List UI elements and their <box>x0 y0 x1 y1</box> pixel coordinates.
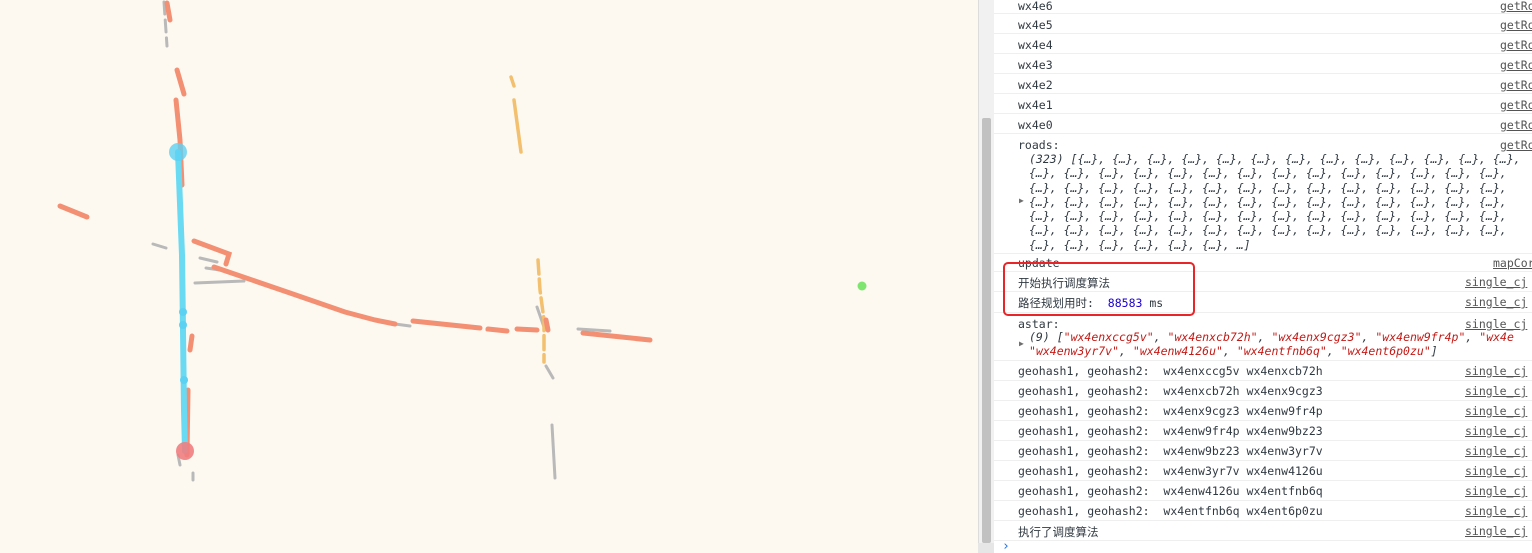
console-message: 开始执行调度算法 <box>1018 276 1110 290</box>
source-link[interactable]: single_cj <box>1465 524 1527 538</box>
console-row: geohash1, geohash2: wx4enw4126u wx4entfn… <box>994 481 1532 501</box>
console-row: geohash1, geohash2: wx4enx9cgz3 wx4enw9f… <box>994 401 1532 421</box>
route-end-marker[interactable] <box>176 442 194 460</box>
console-row: geohash1, geohash2: wx4entfnb6q wx4ent6p… <box>994 501 1532 521</box>
console-message: wx4e0 <box>1018 118 1053 132</box>
console-message: wx4e2 <box>1018 78 1053 92</box>
console-row-astar[interactable]: astar: single_cj ▶ (9) ["wx4enxccg5v", "… <box>994 313 1532 361</box>
prompt-chevron-icon: › <box>1002 539 1010 553</box>
source-link[interactable]: single_cj <box>1465 384 1527 398</box>
scrollbar-thumb[interactable] <box>982 118 991 543</box>
roads-preview-line: {…}, {…}, {…}, {…}, {…}, {…}, {…}, {…}, … <box>1029 223 1507 238</box>
roads-label: roads: <box>1018 138 1060 152</box>
source-link[interactable]: single_cj <box>1465 404 1527 418</box>
source-link[interactable]: single_cj <box>1465 444 1527 458</box>
console-message: geohash1, geohash2: wx4entfnb6q wx4ent6p… <box>1018 504 1323 518</box>
console-message: wx4e3 <box>1018 58 1053 72</box>
source-link[interactable]: mapCor <box>1493 256 1532 270</box>
console-message: 路径规划用时: 88583 ms <box>1018 295 1163 311</box>
source-link[interactable]: single_cj <box>1465 464 1527 478</box>
devtools-console: wx4e6 getRo wx4e5 getRo wx4e4 getRo wx4e… <box>994 0 1532 553</box>
console-message: geohash1, geohash2: wx4enxccg5v wx4enxcb… <box>1018 364 1323 378</box>
expand-arrow-icon[interactable]: ▶ <box>1019 196 1024 205</box>
console-row: geohash1, geohash2: wx4enw3yr7v wx4enw41… <box>994 461 1532 481</box>
console-message: wx4e5 <box>1018 18 1053 32</box>
scrollbar-corner <box>978 543 994 553</box>
source-link[interactable]: getRo <box>1500 98 1532 112</box>
console-message: wx4e6 <box>1018 0 1053 13</box>
astar-array-preview-line2: "wx4enw3yr7v", "wx4enw4126u", "wx4entfnb… <box>1029 344 1438 358</box>
console-row: geohash1, geohash2: wx4enw9bz23 wx4enw3y… <box>994 441 1532 461</box>
console-row: 路径规划用时: 88583 ms single_cj <box>994 292 1532 313</box>
console-message: wx4e1 <box>1018 98 1053 112</box>
expand-arrow-icon[interactable]: ▶ <box>1019 339 1024 348</box>
console-row: wx4e0 getRo <box>994 114 1532 134</box>
source-link[interactable]: single_cj <box>1465 504 1527 518</box>
roads-preview-line: (323) [{…}, {…}, {…}, {…}, {…}, {…}, {…}… <box>1029 152 1521 166</box>
source-link[interactable]: single_cj <box>1465 275 1527 289</box>
source-link[interactable]: single_cj <box>1465 484 1527 498</box>
console-row: wx4e6 getRo <box>994 0 1532 14</box>
console-row: wx4e4 getRo <box>994 34 1532 54</box>
source-link[interactable]: single_cj <box>1465 295 1527 309</box>
source-link[interactable]: getRo <box>1500 118 1532 132</box>
route-time-label: 路径规划用时: <box>1018 296 1094 310</box>
roads-preview-line: {…}, {…}, {…}, {…}, {…}, {…}, …] <box>1029 237 1251 252</box>
source-link[interactable]: getRo <box>1500 38 1532 52</box>
source-link[interactable]: single_cj <box>1465 317 1527 331</box>
poi-marker[interactable] <box>857 281 867 291</box>
source-link[interactable]: getRo <box>1500 18 1532 32</box>
console-row: geohash1, geohash2: wx4enxcb72h wx4enx9c… <box>994 381 1532 401</box>
console-prompt-row[interactable]: › <box>994 539 1532 553</box>
gray-roads <box>151 0 612 482</box>
console-row: wx4e3 getRo <box>994 54 1532 74</box>
roads-array-preview[interactable]: (323) [{…}, {…}, {…}, {…}, {…}, {…}, {…}… <box>1029 152 1521 252</box>
console-row: 开始执行调度算法 single_cj <box>994 272 1532 292</box>
road-layer <box>57 0 867 482</box>
console-row: geohash1, geohash2: wx4enxccg5v wx4enxcb… <box>994 361 1532 381</box>
yellow-roads <box>509 75 546 364</box>
roads-preview-line: {…}, {…}, {…}, {…}, {…}, {…}, {…}, {…}, … <box>1029 194 1507 209</box>
console-message: geohash1, geohash2: wx4enw3yr7v wx4enw41… <box>1018 464 1323 478</box>
source-link[interactable]: single_cj <box>1465 364 1527 378</box>
astar-label: astar: <box>1018 317 1060 331</box>
source-link[interactable]: getRo <box>1500 58 1532 72</box>
source-link[interactable]: getRo <box>1500 0 1532 13</box>
map-scrollbar[interactable] <box>978 0 994 553</box>
roads-preview-line: {…}, {…}, {…}, {…}, {…}, {…}, {…}, {…}, … <box>1029 166 1507 181</box>
roads-preview-line: {…}, {…}, {…}, {…}, {…}, {…}, {…}, {…}, … <box>1029 180 1507 195</box>
console-row: wx4e5 getRo <box>994 14 1532 34</box>
console-message: geohash1, geohash2: wx4enw9bz23 wx4enw3y… <box>1018 444 1323 458</box>
console-message: geohash1, geohash2: wx4enw4126u wx4entfn… <box>1018 484 1323 498</box>
console-row: update mapCor <box>994 254 1532 272</box>
source-link[interactable]: getRo <box>1500 78 1532 92</box>
orange-roads <box>57 0 653 458</box>
console-row: geohash1, geohash2: wx4enw9fr4p wx4enw9b… <box>994 421 1532 441</box>
console-message: 执行了调度算法 <box>1018 525 1099 539</box>
console-row: 执行了调度算法 single_cj <box>994 521 1532 541</box>
map-canvas[interactable] <box>0 0 978 553</box>
console-message: geohash1, geohash2: wx4enw9fr4p wx4enw9b… <box>1018 424 1323 438</box>
roads-preview-line: {…}, {…}, {…}, {…}, {…}, {…}, {…}, {…}, … <box>1029 209 1507 224</box>
console-row: wx4e2 getRo <box>994 74 1532 94</box>
console-message: geohash1, geohash2: wx4enxcb72h wx4enx9c… <box>1018 384 1323 398</box>
console-message: update <box>1018 256 1060 270</box>
route-time-value: 88583 <box>1107 296 1143 310</box>
planned-route <box>175 149 188 454</box>
astar-array-preview[interactable]: (9) ["wx4enxccg5v", "wx4enxcb72h", "wx4e… <box>1029 330 1514 344</box>
source-link[interactable]: getRo <box>1500 138 1532 152</box>
route-start-marker[interactable] <box>169 143 187 161</box>
console-message: wx4e4 <box>1018 38 1053 52</box>
astar-count: (9) <box>1029 330 1050 344</box>
console-row: wx4e1 getRo <box>994 94 1532 114</box>
console-message: geohash1, geohash2: wx4enx9cgz3 wx4enw9f… <box>1018 404 1323 418</box>
console-row-roads[interactable]: roads: getRo ▶ (323) [{…}, {…}, {…}, {…}… <box>994 134 1532 254</box>
route-time-unit: ms <box>1149 296 1164 310</box>
source-link[interactable]: single_cj <box>1465 424 1527 438</box>
